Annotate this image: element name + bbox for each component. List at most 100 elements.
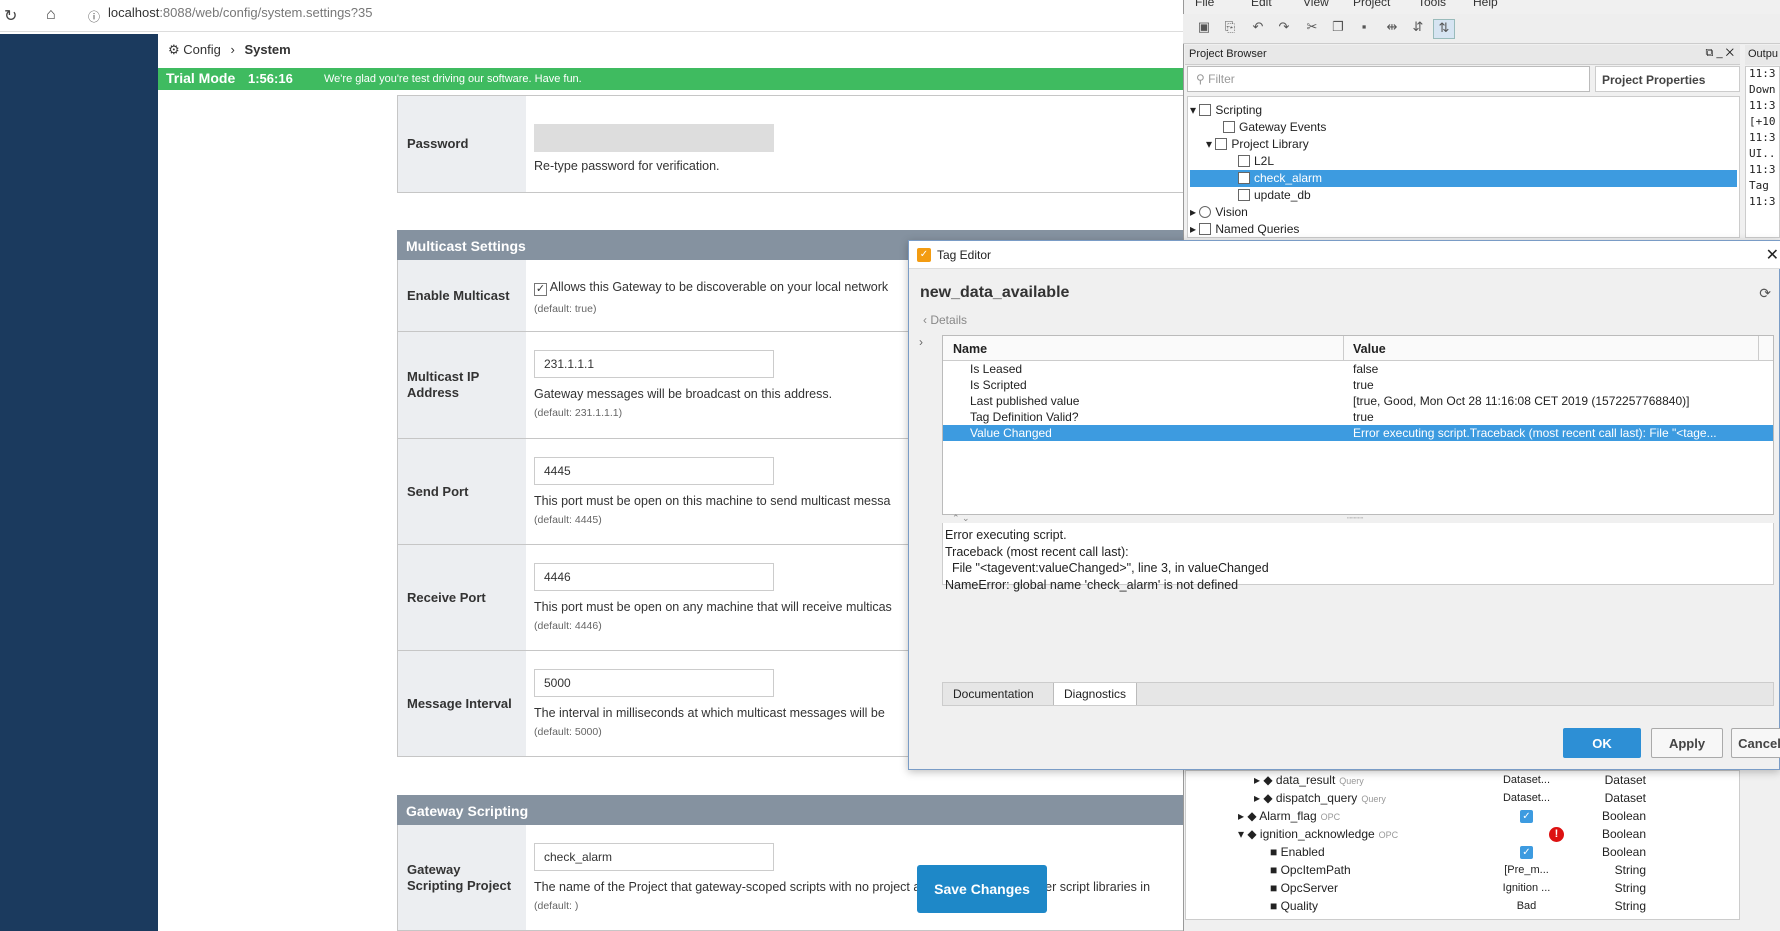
save-changes-button[interactable]: Save Changes <box>917 865 1047 913</box>
col-value-header[interactable]: Value <box>1353 342 1386 356</box>
cut-icon[interactable]: ✂ <box>1301 19 1323 39</box>
send-port-input[interactable]: 4445 <box>534 457 774 485</box>
enable-multicast-label: Enable Multicast <box>398 260 526 331</box>
tag-editor-dialog: ✓ Tag Editor ✕ new_data_available ⟳ ‹ De… <box>908 240 1780 770</box>
save-icon[interactable]: ▣ <box>1193 19 1215 39</box>
tab-diagnostics[interactable]: Diagnostics <box>1053 683 1138 705</box>
tree-vision[interactable]: ▸ Vision <box>1190 204 1248 221</box>
tab-documentation[interactable]: Documentation <box>943 683 1044 705</box>
project-browser-header: Project Browser ⧉ _ ✕ <box>1185 45 1740 65</box>
preview-icon[interactable]: ⇅ <box>1433 19 1455 39</box>
message-interval-label: Message Interval <box>398 651 526 756</box>
cancel-button[interactable]: Cancel <box>1731 728 1780 758</box>
tree-gateway-events[interactable]: Gateway Events <box>1223 119 1326 136</box>
save-all-icon[interactable]: ⎘ <box>1219 19 1241 39</box>
scripting-project-input[interactable]: check_alarm <box>534 843 774 871</box>
expand-icon[interactable]: ▾ <box>1190 103 1199 117</box>
gear-icon: ⚙ <box>168 42 180 57</box>
reload-icon[interactable]: ↻ <box>4 6 17 26</box>
project-browser-title: Project Browser <box>1189 48 1267 60</box>
table-row[interactable]: ■ OpcItemPath [Pre_m... String <box>1186 861 1739 879</box>
trial-banner: Trial Mode 1:56:16 We're glad you're tes… <box>158 68 1190 90</box>
table-row[interactable]: ▸ ◆ data_result Query Dataset... Dataset <box>1186 771 1739 789</box>
chevron-right-icon[interactable]: › <box>919 335 923 349</box>
table-row[interactable]: ■ OpcServer Ignition ... String <box>1186 879 1739 897</box>
breadcrumb-config[interactable]: Config <box>183 42 221 57</box>
table-row[interactable]: ▾ ◆ ignition_acknowledge OPC ! Boolean <box>1186 825 1739 843</box>
details-toggle[interactable]: ‹ Details <box>923 313 967 327</box>
output-console-header: Outpu <box>1745 45 1780 65</box>
tree-named-queries[interactable]: ▸ Named Queries <box>1190 221 1299 237</box>
password-label: Password <box>398 96 526 192</box>
tree-scripting[interactable]: ▾ Scripting <box>1190 102 1262 119</box>
checked-icon: ✓ <box>1520 810 1533 823</box>
enable-multicast-checkbox[interactable]: ✓ <box>534 283 547 296</box>
expand-icon[interactable]: ▾ <box>1206 137 1215 151</box>
output-line: 11:3 <box>1749 195 1776 208</box>
delete-icon[interactable]: ▪ <box>1353 19 1375 39</box>
refresh-icon[interactable]: ⟳ <box>1759 285 1771 302</box>
distribute-icon[interactable]: ⇵ <box>1407 19 1429 39</box>
close-icon[interactable]: ✕ <box>1766 245 1779 265</box>
menu-edit[interactable]: Edit <box>1251 0 1272 9</box>
menu-file[interactable]: File <box>1195 0 1214 9</box>
expand-icon[interactable]: ▸ <box>1254 791 1263 805</box>
table-row[interactable]: ■ Quality Bad String <box>1186 897 1739 915</box>
diagnostics-table: Name Value Is Leased false Is Scripted tru… <box>942 335 1774 515</box>
message-interval-desc: The interval in milliseconds at which mu… <box>534 706 885 720</box>
scripting-header: Gateway Scripting <box>397 795 1192 825</box>
tree-l2l[interactable]: L2L <box>1238 153 1274 170</box>
table-row[interactable]: Is Scripted true <box>943 377 1773 393</box>
property-icon: ■ <box>1270 881 1281 895</box>
designer-menubar: File Edit View Project Tools Help <box>1183 0 1780 10</box>
undo-icon[interactable]: ↶ <box>1247 19 1269 39</box>
multicast-ip-input[interactable]: 231.1.1.1 <box>534 350 774 378</box>
apply-button[interactable]: Apply <box>1651 728 1723 758</box>
redo-icon[interactable]: ↷ <box>1273 19 1295 39</box>
col-name-header[interactable]: Name <box>953 342 987 356</box>
menu-project[interactable]: Project <box>1353 0 1390 9</box>
send-port-default: (default: 4445) <box>534 514 602 526</box>
enable-multicast-field: ✓ Allows this Gateway to be discoverable… <box>534 280 888 296</box>
menu-view[interactable]: View <box>1303 0 1329 9</box>
output-line: Tag <box>1749 179 1769 192</box>
script-icon <box>1238 172 1250 184</box>
table-row[interactable]: Is Leased false <box>943 361 1773 377</box>
expand-icon[interactable]: ▸ <box>1190 205 1199 219</box>
search-icon: ⚲ <box>1196 72 1209 86</box>
table-row[interactable]: Tag Definition Valid? true <box>943 409 1773 425</box>
tag-name-heading: new_data_available <box>920 284 1070 301</box>
expand-icon[interactable]: ▸ <box>1254 773 1263 787</box>
table-row[interactable]: ▸ ◆ Alarm_flag OPC ✓ Boolean <box>1186 807 1739 825</box>
password-confirm-input[interactable] <box>534 124 774 152</box>
tree-update-db[interactable]: update_db <box>1238 187 1311 204</box>
tree-project-library[interactable]: ▾ Project Library <box>1206 136 1309 153</box>
table-row[interactable]: ▸ ◆ dispatch_query Query Dataset... Datase… <box>1186 789 1739 807</box>
ok-button[interactable]: OK <box>1563 728 1641 758</box>
table-row[interactable]: Value Changed Error executing script.Trac… <box>943 425 1773 441</box>
multicast-ip-desc: Gateway messages will be broadcast on th… <box>534 387 833 401</box>
output-line: Down <box>1749 83 1776 96</box>
expand-icon[interactable]: ▸ <box>1238 809 1247 823</box>
close-icon[interactable]: ⧉ _ ✕ <box>1706 47 1734 60</box>
message-interval-input[interactable]: 5000 <box>534 669 774 697</box>
filter-input[interactable]: ⚲ Filter <box>1187 66 1590 92</box>
multicast-ip-default: (default: 231.1.1.1) <box>534 407 623 419</box>
info-icon[interactable]: ⓘ <box>88 8 100 25</box>
expand-icon[interactable]: ▾ <box>1238 827 1247 841</box>
copy-icon[interactable]: ❐ <box>1327 19 1349 39</box>
menu-tools[interactable]: Tools <box>1418 0 1446 9</box>
tree-check-alarm[interactable]: check_alarm <box>1190 170 1737 187</box>
table-row[interactable]: Last published value [true, Good, Mon Oct… <box>943 393 1773 409</box>
password-row: Password Re-type password for verificati… <box>397 95 1192 193</box>
receive-port-input[interactable]: 4446 <box>534 563 774 591</box>
project-properties-button[interactable]: Project Properties <box>1595 66 1740 92</box>
url-field[interactable]: localhost:8088/web/config/system.setting… <box>108 5 373 20</box>
expand-icon[interactable]: ▸ <box>1190 222 1199 236</box>
align-icon[interactable]: ⇹ <box>1381 19 1403 39</box>
table-row[interactable]: ■ Enabled ✓ Boolean <box>1186 843 1739 861</box>
menu-help[interactable]: Help <box>1473 0 1498 9</box>
splitter-handle[interactable]: ⌃ ⌄ ┈┈┈ <box>942 513 1774 523</box>
scripting-project-label: Gateway Scripting Project <box>398 825 526 930</box>
home-icon[interactable]: ⌂ <box>46 6 56 24</box>
